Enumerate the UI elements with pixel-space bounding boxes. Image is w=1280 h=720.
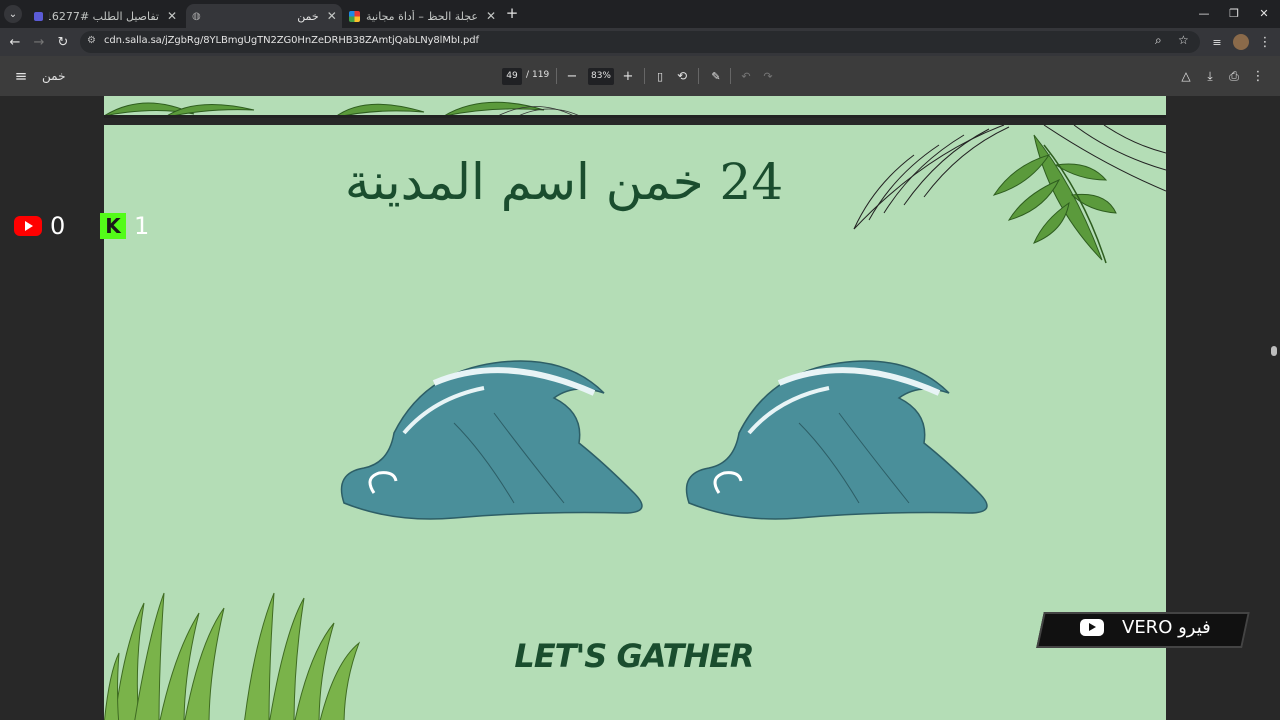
- zoom-in-icon[interactable]: +: [620, 67, 636, 85]
- rotate-icon[interactable]: ⟲: [674, 67, 690, 85]
- toolbar-divider: [556, 68, 557, 84]
- tab-order-details[interactable]: تفاصيل الطلب #247716277 - ... ✕: [26, 4, 184, 28]
- address-bar[interactable]: ⚙ cdn.salla.sa/jZgbRg/8YLBmgUgTN2ZG0HnZe…: [80, 31, 1200, 53]
- window-close-icon[interactable]: ✕: [1254, 4, 1274, 22]
- page-separator: /: [526, 70, 530, 80]
- search-icon[interactable]: ⌕: [1155, 33, 1162, 48]
- leaf-decoration-top-right: [853, 125, 1166, 264]
- globe-icon: ◍: [192, 10, 201, 22]
- toolbar-divider: [730, 68, 731, 84]
- youtube-counter: 0: [14, 212, 65, 240]
- channel-banner-content: VERO فيرو: [1080, 617, 1211, 638]
- new-tab-icon[interactable]: +: [504, 4, 520, 22]
- total-pages: 119: [532, 70, 550, 80]
- reload-icon[interactable]: ↻: [54, 33, 72, 51]
- forward-icon[interactable]: →: [30, 33, 48, 51]
- toolbar-divider: [698, 68, 699, 84]
- previous-page-edge: [104, 96, 1166, 118]
- annotate-icon[interactable]: ✎: [708, 67, 724, 85]
- tab-title: عجلة الحظ – أداة مجانية لتدوير ال...: [366, 9, 478, 23]
- redo-icon[interactable]: ↷: [760, 67, 776, 85]
- print-icon[interactable]: ⎙: [1226, 67, 1242, 85]
- close-tab-icon[interactable]: ✕: [165, 9, 179, 23]
- youtube-icon: [1080, 619, 1104, 636]
- toolbar-divider: [644, 68, 645, 84]
- grass-decoration: [104, 592, 361, 720]
- page-bottom-border: [104, 115, 1166, 118]
- tab-lucky-wheel[interactable]: عجلة الحظ – أداة مجانية لتدوير ال... ✕: [344, 4, 502, 28]
- minimize-icon[interactable]: —: [1194, 4, 1214, 22]
- page-heading: 24 خمن اسم المدينة: [344, 153, 784, 211]
- bookmark-star-icon[interactable]: ☆: [1178, 33, 1189, 47]
- zoom-out-icon[interactable]: −: [564, 67, 580, 85]
- site-info-icon[interactable]: ⚙: [87, 35, 96, 46]
- tab-active-guess[interactable]: ◍ خمن ✕: [186, 4, 342, 28]
- profile-avatar[interactable]: [1233, 34, 1249, 50]
- kick-icon: K: [100, 213, 126, 239]
- wave-illustration-right: [685, 360, 988, 520]
- tab-strip: ⌄ تفاصيل الطلب #247716277 - ... ✕ ◍ خمن …: [0, 0, 1280, 28]
- url-text[interactable]: cdn.salla.sa/jZgbRg/8YLBmgUgTN2ZG0HnZeDR…: [104, 35, 479, 46]
- drive-icon[interactable]: △: [1178, 67, 1194, 85]
- kick-counter: K 1: [100, 212, 149, 240]
- back-icon[interactable]: ←: [6, 33, 24, 51]
- restore-icon[interactable]: ❐: [1224, 4, 1244, 22]
- hamburger-menu-icon[interactable]: ≡: [12, 67, 30, 85]
- fit-page-icon[interactable]: ▯: [652, 67, 668, 85]
- youtube-icon: [14, 216, 42, 236]
- pdf-more-icon[interactable]: ⋮: [1250, 67, 1266, 85]
- download-icon[interactable]: ⤓: [1202, 67, 1218, 85]
- pdf-title: خمن: [42, 69, 66, 83]
- pdf-toolbar: ≡ خمن 49 / 119 − 83% + ▯ ⟲ ✎ ↶ ↷ △ ⤓ ⎙ ⋮: [0, 56, 1280, 96]
- media-icon[interactable]: ≡: [1208, 33, 1226, 51]
- page-footer-text: LET'S GATHER: [514, 637, 754, 675]
- tab-search-icon[interactable]: ⌄: [4, 5, 22, 23]
- more-icon[interactable]: ⋮: [1257, 33, 1273, 51]
- browser-toolbar: ← → ↻ ⚙ cdn.salla.sa/jZgbRg/8YLBmgUgTN2Z…: [0, 28, 1280, 56]
- wave-illustration-left: [340, 360, 643, 520]
- tab-title: خمن: [297, 9, 319, 23]
- favicon-icon: [34, 11, 43, 21]
- page-number-input[interactable]: 49: [502, 68, 522, 85]
- close-tab-icon[interactable]: ✕: [325, 9, 339, 23]
- channel-name: VERO فيرو: [1122, 617, 1211, 638]
- kick-count: 1: [134, 212, 150, 240]
- pdf-page: 24 خمن اسم المدينة LET'S GATHER: [104, 125, 1166, 720]
- youtube-count: 0: [50, 212, 66, 240]
- close-tab-icon[interactable]: ✕: [484, 9, 498, 23]
- tab-title: تفاصيل الطلب #247716277 - ...: [49, 9, 159, 23]
- favicon-icon: [349, 10, 360, 22]
- undo-icon[interactable]: ↶: [738, 67, 754, 85]
- zoom-input[interactable]: 83%: [588, 68, 614, 85]
- vertical-scrollbar-thumb[interactable]: [1271, 346, 1277, 356]
